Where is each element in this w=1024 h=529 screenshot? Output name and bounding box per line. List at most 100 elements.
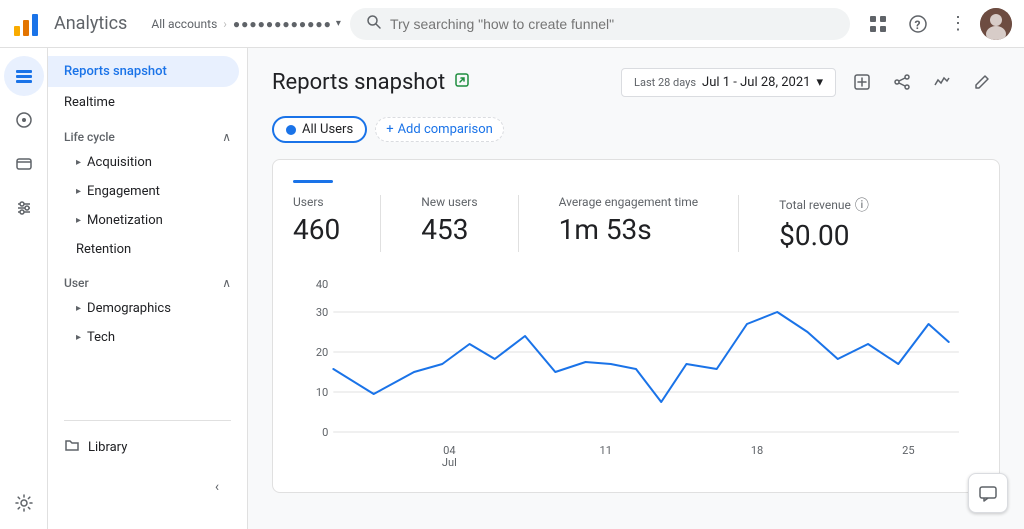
add-comparison-label: Add comparison bbox=[398, 122, 493, 137]
metric-divider-2 bbox=[518, 195, 519, 252]
main-content: Reports snapshot Last 28 days Jul 1 - Ju… bbox=[248, 48, 1024, 529]
apps-icon-btn[interactable] bbox=[860, 6, 896, 42]
chat-fab-btn[interactable] bbox=[968, 473, 1008, 513]
acquisition-expand-icon: ▸ bbox=[76, 157, 81, 168]
search-input[interactable] bbox=[390, 16, 834, 32]
header-actions bbox=[844, 64, 1000, 100]
top-bar: Analytics All accounts › ●●●●●●●●●●●● ▾ … bbox=[0, 0, 1024, 48]
avatar[interactable] bbox=[980, 8, 1012, 40]
main-layout: Reports snapshot Realtime Life cycle ∧ ▸… bbox=[0, 48, 1024, 529]
metric-users: Users 460 bbox=[293, 195, 340, 252]
account-chevron-icon: ▾ bbox=[336, 18, 341, 29]
monetization-label: Monetization bbox=[87, 213, 163, 228]
info-icon[interactable]: ⓘ bbox=[855, 195, 869, 215]
app-logo bbox=[12, 10, 40, 38]
sidebar-item-library[interactable]: Library bbox=[48, 429, 247, 465]
help-icon-btn[interactable]: ? bbox=[900, 6, 936, 42]
svg-text:25: 25 bbox=[902, 444, 914, 457]
account-name: ●●●●●●●●●●●● bbox=[233, 17, 332, 31]
engagement-expand-icon: ▸ bbox=[76, 186, 81, 197]
svg-text:?: ? bbox=[914, 18, 920, 32]
add-icon: + bbox=[386, 122, 393, 137]
realtime-label: Realtime bbox=[64, 95, 115, 110]
collapse-icon: ‹ bbox=[215, 479, 219, 495]
title-link-icon[interactable] bbox=[453, 71, 471, 93]
filter-row: All Users + Add comparison bbox=[272, 116, 1000, 143]
svg-text:Jul: Jul bbox=[442, 456, 457, 469]
metric-new-users-value: 453 bbox=[421, 213, 477, 246]
sidebar-item-reports-snapshot[interactable]: Reports snapshot bbox=[48, 56, 239, 87]
demographics-expand-icon: ▸ bbox=[76, 303, 81, 314]
tech-expand-icon: ▸ bbox=[76, 332, 81, 343]
compare-btn[interactable] bbox=[924, 64, 960, 100]
page-title: Reports snapshot bbox=[272, 70, 445, 95]
all-accounts-label: All accounts bbox=[151, 17, 217, 31]
sidebar-item-engagement[interactable]: ▸ Engagement bbox=[48, 177, 247, 206]
breadcrumb-separator: › bbox=[223, 17, 227, 31]
share-btn[interactable] bbox=[884, 64, 920, 100]
sidebar-item-monetization[interactable]: ▸ Monetization bbox=[48, 206, 247, 235]
sidebar: Reports snapshot Realtime Life cycle ∧ ▸… bbox=[48, 48, 248, 529]
svg-text:04: 04 bbox=[443, 444, 455, 457]
more-vert-icon: ⋮ bbox=[949, 13, 967, 34]
user-section: User ∧ bbox=[48, 264, 247, 294]
reports-snapshot-label: Reports snapshot bbox=[64, 64, 167, 79]
sidebar-item-acquisition[interactable]: ▸ Acquisition bbox=[48, 148, 247, 177]
rail-home-icon[interactable] bbox=[4, 56, 44, 96]
collapse-sidebar-btn[interactable]: ‹ bbox=[203, 473, 231, 501]
export-btn[interactable] bbox=[844, 64, 880, 100]
page-title-row: Reports snapshot bbox=[272, 70, 471, 95]
metric-divider-3 bbox=[738, 195, 739, 252]
header-right: Last 28 days Jul 1 - Jul 28, 2021 ▾ bbox=[621, 64, 1000, 100]
rail-settings-icon[interactable] bbox=[4, 489, 44, 529]
folder-icon bbox=[64, 437, 80, 457]
library-label: Library bbox=[88, 440, 127, 455]
metric-revenue-value: $0.00 bbox=[779, 219, 869, 252]
lifecycle-section: Life cycle ∧ bbox=[48, 118, 247, 148]
icon-rail bbox=[0, 48, 48, 529]
date-label: Last 28 days bbox=[634, 76, 696, 89]
monetization-expand-icon: ▸ bbox=[76, 215, 81, 226]
rail-explore-icon[interactable] bbox=[4, 100, 44, 140]
metric-divider-1 bbox=[380, 195, 381, 252]
metrics-row: Users 460 New users 453 Average engageme… bbox=[293, 195, 979, 252]
rail-ads-icon[interactable] bbox=[4, 144, 44, 184]
edit-btn[interactable] bbox=[964, 64, 1000, 100]
line-chart: 0 10 20 30 40 04 Jul 11 18 25 bbox=[293, 272, 979, 472]
metric-users-value: 460 bbox=[293, 213, 340, 246]
lifecycle-label: Life cycle bbox=[64, 130, 115, 144]
user-collapse-icon[interactable]: ∧ bbox=[222, 276, 231, 290]
metric-revenue-label: Total revenue ⓘ bbox=[779, 195, 869, 215]
segment-chip-all-users[interactable]: All Users bbox=[272, 116, 367, 143]
retention-label: Retention bbox=[76, 242, 131, 257]
sidebar-item-realtime[interactable]: Realtime bbox=[48, 87, 247, 118]
lifecycle-collapse-icon[interactable]: ∧ bbox=[222, 130, 231, 144]
more-vert-icon-btn[interactable]: ⋮ bbox=[940, 6, 976, 42]
demographics-label: Demographics bbox=[87, 301, 171, 316]
sidebar-item-retention[interactable]: Retention bbox=[48, 235, 247, 264]
svg-text:20: 20 bbox=[316, 346, 328, 359]
tab-indicator bbox=[293, 180, 333, 183]
sidebar-item-tech[interactable]: ▸ Tech bbox=[48, 323, 247, 352]
search-icon bbox=[366, 14, 382, 34]
date-range-value: Jul 1 - Jul 28, 2021 bbox=[702, 75, 810, 90]
account-selector[interactable]: All accounts › ●●●●●●●●●●●● ▾ bbox=[151, 17, 341, 31]
metric-engagement-value: 1m 53s bbox=[559, 213, 699, 246]
svg-text:11: 11 bbox=[600, 444, 612, 457]
chart-container: 0 10 20 30 40 04 Jul 11 18 25 bbox=[293, 272, 979, 472]
date-range-selector[interactable]: Last 28 days Jul 1 - Jul 28, 2021 ▾ bbox=[621, 68, 836, 97]
rail-configure-icon[interactable] bbox=[4, 188, 44, 228]
metric-new-users-label: New users bbox=[421, 195, 477, 209]
add-comparison-btn[interactable]: + Add comparison bbox=[375, 117, 504, 142]
metric-new-users: New users 453 bbox=[421, 195, 477, 252]
app-title: Analytics bbox=[54, 13, 127, 34]
sidebar-item-demographics[interactable]: ▸ Demographics bbox=[48, 294, 247, 323]
user-section-label: User bbox=[64, 276, 89, 290]
svg-text:0: 0 bbox=[322, 426, 328, 439]
metric-users-label: Users bbox=[293, 195, 340, 209]
svg-text:18: 18 bbox=[751, 444, 763, 457]
metric-revenue: Total revenue ⓘ $0.00 bbox=[779, 195, 869, 252]
search-bar[interactable] bbox=[350, 8, 850, 40]
sidebar-collapse: ‹ bbox=[48, 465, 247, 509]
date-chevron-icon: ▾ bbox=[816, 75, 823, 90]
